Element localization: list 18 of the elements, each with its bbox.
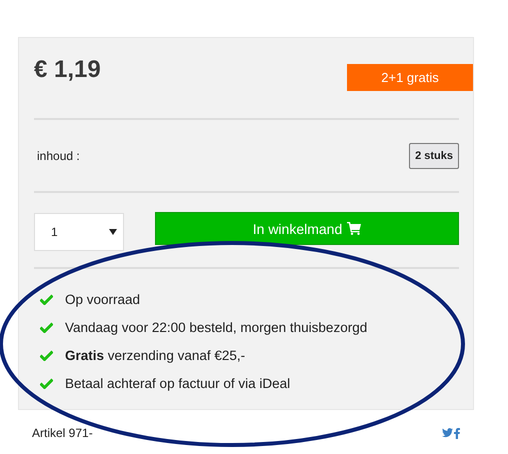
check-icon <box>40 322 53 332</box>
promo-badge: 2+1 gratis <box>347 64 473 91</box>
quantity-select[interactable]: 1 <box>34 213 124 251</box>
facebook-icon[interactable] <box>454 428 460 438</box>
price: € 1,19 <box>34 56 101 84</box>
feature-text: Vandaag voor 22:00 besteld, morgen thuisbezorgd <box>65 320 368 334</box>
check-icon <box>40 294 53 304</box>
content-label: inhoud : <box>37 148 80 162</box>
feature-text: Op voorraad <box>65 292 140 306</box>
check-icon <box>40 378 53 388</box>
article-number: Artikel 971- <box>32 426 93 440</box>
caret-icon <box>109 229 117 235</box>
twitter-icon[interactable] <box>442 428 453 438</box>
cart-icon <box>347 222 362 235</box>
feature-text: Betaal achteraf op factuur of via iDeal <box>65 376 290 390</box>
content-value: 2 stuks <box>409 142 459 168</box>
feature-text: Gratis verzending vanaf €25,- <box>65 348 246 362</box>
check-icon <box>40 350 53 360</box>
